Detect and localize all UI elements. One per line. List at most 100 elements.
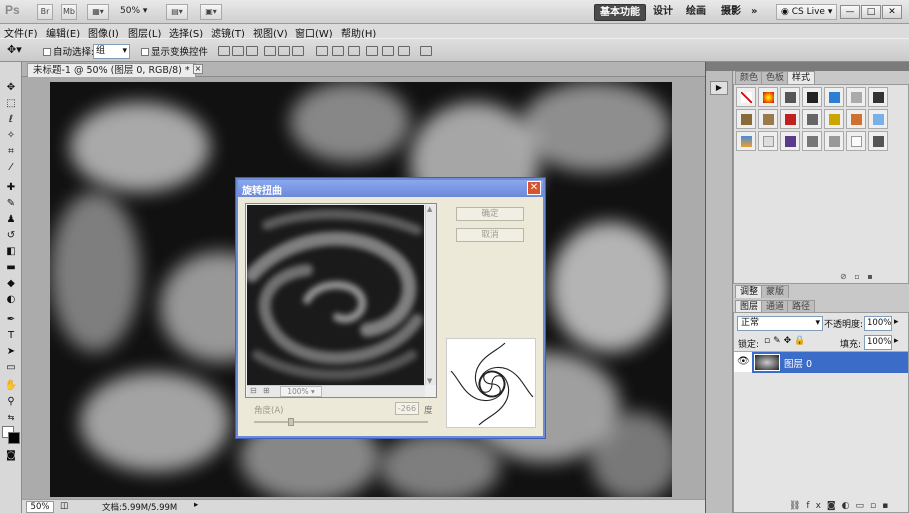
workspace-photography[interactable]: 摄影 — [716, 4, 746, 21]
angle-input[interactable]: -266 — [395, 402, 419, 415]
preview-zoom-select[interactable]: 100% ▾ — [280, 386, 322, 397]
opacity-slider-arrow-icon[interactable]: ▸ — [894, 317, 899, 327]
distribute-vcenter-icon[interactable] — [332, 46, 344, 56]
distribute-bottom-icon[interactable] — [348, 46, 360, 56]
gradient-tool-icon[interactable]: ▬ — [4, 262, 18, 274]
style-swatch[interactable] — [758, 109, 778, 129]
cs-live-button[interactable]: ◉ CS Live ▾ — [776, 4, 838, 20]
style-swatch[interactable] — [780, 131, 800, 151]
preview-vertical-scrollbar[interactable]: ▲ ▼ — [425, 205, 436, 385]
style-swatch[interactable] — [824, 87, 844, 107]
distribute-hcenter-icon[interactable] — [382, 46, 394, 56]
blur-tool-icon[interactable]: ◆ — [4, 278, 18, 290]
style-swatch[interactable] — [868, 87, 888, 107]
style-swatch[interactable] — [868, 109, 888, 129]
style-swatch[interactable] — [758, 131, 778, 151]
view-extras-icon[interactable]: ▦▾ — [87, 4, 109, 20]
angle-slider-thumb[interactable] — [287, 418, 294, 426]
brush-tool-icon[interactable]: ✎ — [4, 198, 18, 210]
panel-tab-swatches[interactable]: 色板 — [761, 71, 790, 84]
hand-tool-icon[interactable]: ✋ — [4, 380, 18, 392]
minimize-button[interactable]: — — [840, 5, 860, 19]
pen-tool-icon[interactable]: ✒ — [4, 314, 18, 326]
eyedropper-tool-icon[interactable]: ⁄ — [4, 162, 18, 174]
workspace-essentials[interactable]: 基本功能 — [594, 4, 646, 21]
document-tab[interactable]: 未标题-1 @ 50% (图层 0, RGB/8) * — [27, 63, 196, 77]
path-select-tool-icon[interactable]: ➤ — [4, 346, 18, 358]
style-swatch-none[interactable] — [736, 87, 756, 107]
eye-icon[interactable]: 👁 — [737, 356, 750, 367]
shape-tool-icon[interactable]: ▭ — [4, 362, 18, 374]
style-swatch[interactable] — [802, 109, 822, 129]
type-tool-icon[interactable]: T — [4, 330, 18, 342]
screen-mode-icon[interactable]: ▣▾ — [200, 4, 222, 20]
style-swatch[interactable] — [824, 131, 844, 151]
distribute-left-icon[interactable] — [366, 46, 378, 56]
dodge-tool-icon[interactable]: ◐ — [4, 294, 18, 306]
panel-tab-adjustments[interactable]: 调整 — [735, 285, 764, 298]
zoom-in-icon[interactable]: ⊞ — [263, 386, 270, 395]
style-swatch[interactable] — [780, 109, 800, 129]
move-tool-icon[interactable]: ✥ — [4, 82, 18, 94]
auto-select-checkbox[interactable]: 自动选择: — [43, 44, 94, 58]
ok-button[interactable]: 确定 — [456, 207, 524, 221]
move-tool-preset-icon[interactable]: ✥▾ — [7, 43, 22, 56]
align-right-icon[interactable] — [292, 46, 304, 56]
opacity-input[interactable]: 100% — [864, 316, 892, 331]
lasso-tool-icon[interactable]: ℓ — [4, 114, 18, 126]
style-swatch[interactable] — [736, 109, 756, 129]
dialog-title-bar[interactable]: 旋转扭曲 ✕ — [238, 180, 543, 197]
arrange-documents-icon[interactable]: ▤▾ — [166, 4, 188, 20]
healing-brush-tool-icon[interactable]: ✚ — [4, 182, 18, 194]
align-left-icon[interactable] — [264, 46, 276, 56]
style-swatch[interactable] — [780, 87, 800, 107]
styles-panel-footer-icons[interactable]: ⊘ ▫ ▪ — [840, 272, 873, 281]
zoom-out-icon[interactable]: ⊟ — [250, 386, 257, 395]
history-brush-tool-icon[interactable]: ↺ — [4, 230, 18, 242]
clone-stamp-tool-icon[interactable]: ♟ — [4, 214, 18, 226]
close-tab-icon[interactable]: × — [193, 64, 203, 74]
lock-icons[interactable]: ▫✎✥🔒 — [764, 336, 808, 346]
quick-select-tool-icon[interactable]: ✧ — [4, 130, 18, 142]
close-button[interactable]: ✕ — [882, 5, 902, 19]
filter-preview[interactable] — [247, 205, 424, 385]
align-top-icon[interactable] — [218, 46, 230, 56]
status-zoom-field[interactable]: 50% — [26, 501, 54, 513]
layers-footer-icons[interactable]: ⛓fx◙◐▭▫▪ — [789, 501, 894, 511]
bridge-button[interactable]: Br — [37, 4, 53, 20]
status-info-icon[interactable]: ◫ — [60, 501, 68, 511]
distribute-top-icon[interactable] — [316, 46, 328, 56]
style-swatch[interactable] — [846, 87, 866, 107]
eraser-tool-icon[interactable]: ◧ — [4, 246, 18, 258]
align-hcenter-icon[interactable] — [278, 46, 290, 56]
zoom-tool-icon[interactable]: ⚲ — [4, 396, 18, 408]
restore-button[interactable]: □ — [861, 5, 881, 19]
show-transform-checkbox[interactable]: 显示变换控件 — [141, 44, 208, 58]
panel-tab-styles[interactable]: 样式 — [787, 71, 816, 84]
style-swatch[interactable] — [758, 87, 778, 107]
distribute-right-icon[interactable] — [398, 46, 410, 56]
style-swatch[interactable] — [802, 131, 822, 151]
workspace-painting[interactable]: 绘画 — [681, 4, 711, 21]
zoom-level-select[interactable]: 50% ▾ — [120, 6, 147, 16]
align-vcenter-icon[interactable] — [232, 46, 244, 56]
auto-align-icon[interactable] — [420, 46, 432, 56]
style-swatch[interactable] — [802, 87, 822, 107]
style-swatch[interactable] — [846, 131, 866, 151]
history-panel-icon[interactable]: ▶ — [710, 81, 728, 95]
fill-slider-arrow-icon[interactable]: ▸ — [894, 336, 899, 346]
layer-name[interactable]: 图层 0 — [784, 356, 812, 370]
style-swatch[interactable] — [736, 131, 756, 151]
fill-input[interactable]: 100% — [864, 335, 892, 350]
blend-mode-select[interactable]: 正常 ▾ — [737, 316, 823, 331]
angle-slider-track[interactable] — [254, 418, 428, 426]
layer-row[interactable]: 👁 图层 0 — [734, 351, 908, 373]
status-menu-arrow-icon[interactable]: ▸ — [194, 500, 198, 510]
background-color-swatch[interactable] — [8, 432, 20, 444]
workspace-design[interactable]: 设计 — [648, 4, 678, 21]
style-swatch[interactable] — [868, 131, 888, 151]
quick-mask-icon[interactable]: ◙ — [4, 450, 18, 462]
mini-bridge-button[interactable]: Mb — [61, 4, 77, 20]
cancel-button[interactable]: 取消 — [456, 228, 524, 242]
style-swatch[interactable] — [846, 109, 866, 129]
